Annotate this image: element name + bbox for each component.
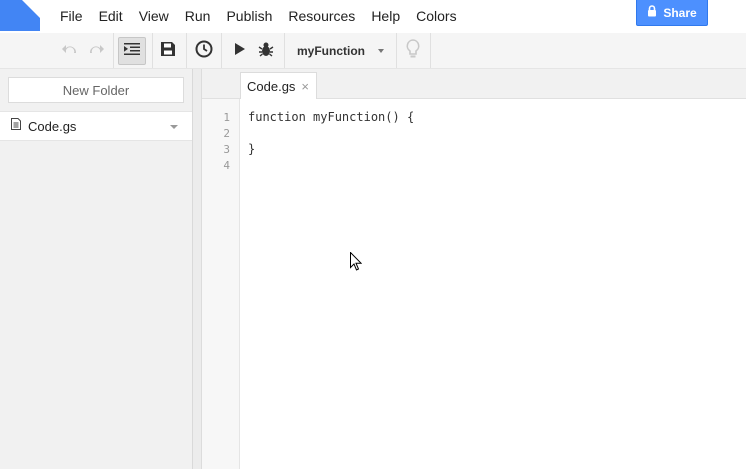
indent-icon [124, 42, 140, 60]
menu-run[interactable]: Run [177, 8, 219, 25]
toolbar-divider [284, 33, 285, 68]
new-folder-button[interactable]: New Folder [8, 77, 184, 103]
mouse-pointer-icon [350, 251, 363, 276]
code-line[interactable]: } [248, 142, 255, 156]
execution-hints-button[interactable] [399, 37, 427, 65]
function-select-value: myFunction [297, 43, 365, 58]
toolbar-divider [430, 33, 431, 68]
debug-icon [258, 41, 274, 62]
chevron-down-icon [378, 49, 384, 53]
tab-label: Code.gs [247, 78, 296, 94]
menu-resources[interactable]: Resources [280, 8, 363, 25]
clock-icon [195, 40, 213, 63]
menu-colors[interactable]: Colors [408, 8, 464, 25]
main-menu: File Edit View Run Publish Resources Hel… [52, 8, 465, 25]
menu-file[interactable]: File [52, 8, 91, 25]
run-icon [235, 42, 245, 60]
redo-button[interactable] [82, 37, 110, 65]
share-label: Share [663, 5, 697, 20]
lock-icon [647, 5, 657, 20]
save-icon [161, 41, 175, 61]
undo-button[interactable] [56, 37, 84, 65]
sidebar-resize-handle[interactable] [193, 69, 202, 469]
toolbar-divider [396, 33, 397, 68]
toolbar-divider [221, 33, 222, 68]
lightbulb-icon [406, 38, 420, 64]
redo-icon [88, 42, 104, 60]
apps-script-logo[interactable] [0, 0, 40, 31]
close-icon[interactable]: × [301, 79, 309, 94]
document-icon [11, 117, 21, 135]
menu-edit[interactable]: Edit [91, 8, 131, 25]
file-sidebar: New Folder Code.gs [0, 69, 193, 469]
triggers-button[interactable] [190, 37, 218, 65]
line-number: 4 [223, 159, 230, 172]
menu-publish[interactable]: Publish [218, 8, 280, 25]
menu-bar: File Edit View Run Publish Resources Hel… [0, 0, 746, 33]
share-button[interactable]: Share [636, 0, 708, 26]
toolbar-divider [152, 33, 153, 68]
line-number: 3 [223, 143, 230, 156]
menu-view[interactable]: View [131, 8, 177, 25]
toolbar-divider [113, 33, 114, 68]
line-number: 2 [223, 127, 230, 140]
indent-button[interactable] [118, 37, 146, 65]
undo-icon [62, 42, 78, 60]
debug-button[interactable] [252, 37, 280, 65]
menu-help[interactable]: Help [363, 8, 408, 25]
editor-tab-bar: Code.gs × [202, 69, 746, 99]
function-select[interactable]: myFunction [286, 35, 394, 66]
line-number-gutter: 1 2 3 4 [202, 99, 240, 469]
toolbar: myFunction [0, 33, 746, 69]
line-number: 1 [223, 111, 230, 124]
toolbar-divider [186, 33, 187, 68]
run-button[interactable] [226, 37, 254, 65]
save-button[interactable] [154, 37, 182, 65]
code-line[interactable]: function myFunction() { [248, 110, 414, 124]
chevron-down-icon[interactable] [170, 125, 178, 129]
file-name: Code.gs [28, 118, 77, 134]
tab-code-gs[interactable]: Code.gs × [240, 72, 317, 99]
file-item[interactable]: Code.gs [0, 111, 192, 141]
